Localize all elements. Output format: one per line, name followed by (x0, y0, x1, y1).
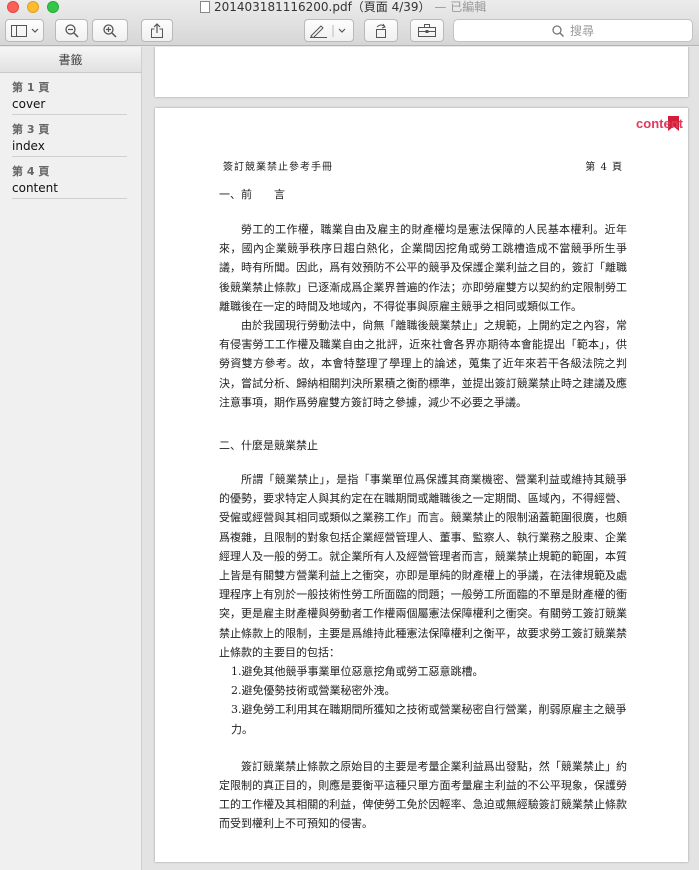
search-field[interactable]: 搜尋 (453, 19, 693, 42)
list-item: 1.避免其他競爭事業單位惡意挖角或勞工惡意跳槽。 (231, 665, 484, 679)
window-title: 201403181116200.pdf（頁面 4/39） — 已編輯 (200, 0, 486, 14)
bookmark-page: 第 1 頁 (12, 81, 50, 94)
document-view[interactable]: content 簽訂競業禁止參考手冊 第 4 頁 一、前 言 勞工的工作權，職業… (142, 47, 699, 870)
zoom-window-button[interactable] (47, 1, 59, 13)
search-icon (552, 24, 564, 37)
paragraph: 簽訂競業禁止條款之原始目的主要是考量企業利益爲出發點，然「競業禁止」約定限制的真… (219, 759, 627, 831)
bookmarks-sidebar: 書籤 第 1 頁 cover 第 3 頁 index 第 4 頁 content (0, 47, 142, 870)
bookmark-label: content (12, 181, 58, 195)
sidebar-header: 書籤 (0, 47, 141, 73)
paragraph: 所謂「競業禁止」，是指「事業單位爲保護其商業機密、營業利益或維持其競爭的優勢，要… (219, 473, 627, 659)
previous-page (155, 47, 688, 97)
bookmark-item-content[interactable]: 第 4 頁 content (12, 157, 127, 199)
minimize-window-button[interactable] (27, 1, 39, 13)
window-title-text: 201403181116200.pdf（頁面 4/39） (214, 0, 431, 14)
search-placeholder: 搜尋 (569, 24, 594, 38)
toolbox-button[interactable] (410, 19, 444, 42)
bookmark-page: 第 4 頁 (12, 165, 50, 178)
zoom-out-icon (64, 23, 79, 38)
rotate-icon (376, 23, 386, 38)
close-window-button[interactable] (7, 1, 19, 13)
current-page: content 簽訂競業禁止參考手冊 第 4 頁 一、前 言 勞工的工作權，職業… (155, 108, 688, 862)
paragraph: 由於我國現行勞動法中，尙無「離職後競業禁止」之規範，上開約定之內容，常有侵害勞工… (219, 319, 627, 409)
list-item: 3.避免勞工利用其在職期間所獲知之技術或營業秘密自行營業，削弱原雇主之競爭力。 (231, 703, 627, 736)
section-heading: 二、什麼是競業禁止 (219, 439, 318, 452)
toolbox-icon (418, 24, 436, 37)
pen-markup-icon (310, 24, 346, 38)
bookmark-item-index[interactable]: 第 3 頁 index (12, 115, 127, 157)
list-item: 2.避免優勢技術或營業秘密外洩。 (231, 684, 396, 698)
bookmark-label: cover (12, 97, 46, 111)
zoom-out-button[interactable] (55, 19, 88, 42)
share-button[interactable] (141, 19, 173, 42)
page-number: 第 4 頁 (585, 162, 623, 173)
page-bookmark-label[interactable]: content (636, 116, 683, 131)
sidebar-toggle-button[interactable] (5, 19, 44, 42)
pdf-document-icon (200, 1, 210, 13)
window-toolbar: 201403181116200.pdf（頁面 4/39） — 已編輯 搜尋 (0, 0, 699, 46)
running-head: 簽訂競業禁止參考手冊 第 4 頁 (223, 158, 623, 173)
share-icon (151, 23, 163, 38)
paragraph: 勞工的工作權，職業自由及雇主的財產權均是憲法保障的人民基本權利。近年來，國內企業… (219, 223, 627, 313)
bookmark-item-cover[interactable]: 第 1 頁 cover (12, 73, 127, 115)
markup-button[interactable] (304, 19, 354, 42)
running-head-title: 簽訂競業禁止參考手冊 (223, 162, 333, 173)
bookmark-label: index (12, 139, 45, 153)
bookmark-page: 第 3 頁 (12, 123, 50, 136)
section-heading: 一、前 言 (219, 188, 285, 201)
section1-body: 勞工的工作權，職業自由及雇主的財產權均是憲法保障的人民基本權利。近年來，國內企業… (219, 220, 627, 412)
section2-body: 所謂「競業禁止」，是指「事業單位爲保護其商業機密、營業利益或維持其競爭的優勢，要… (219, 470, 627, 834)
zoom-in-icon (103, 23, 117, 38)
zoom-in-button[interactable] (92, 19, 128, 42)
rotate-button[interactable] (364, 19, 398, 42)
sidebar-view-icon (10, 24, 38, 37)
edited-status: — 已編輯 (434, 0, 487, 14)
